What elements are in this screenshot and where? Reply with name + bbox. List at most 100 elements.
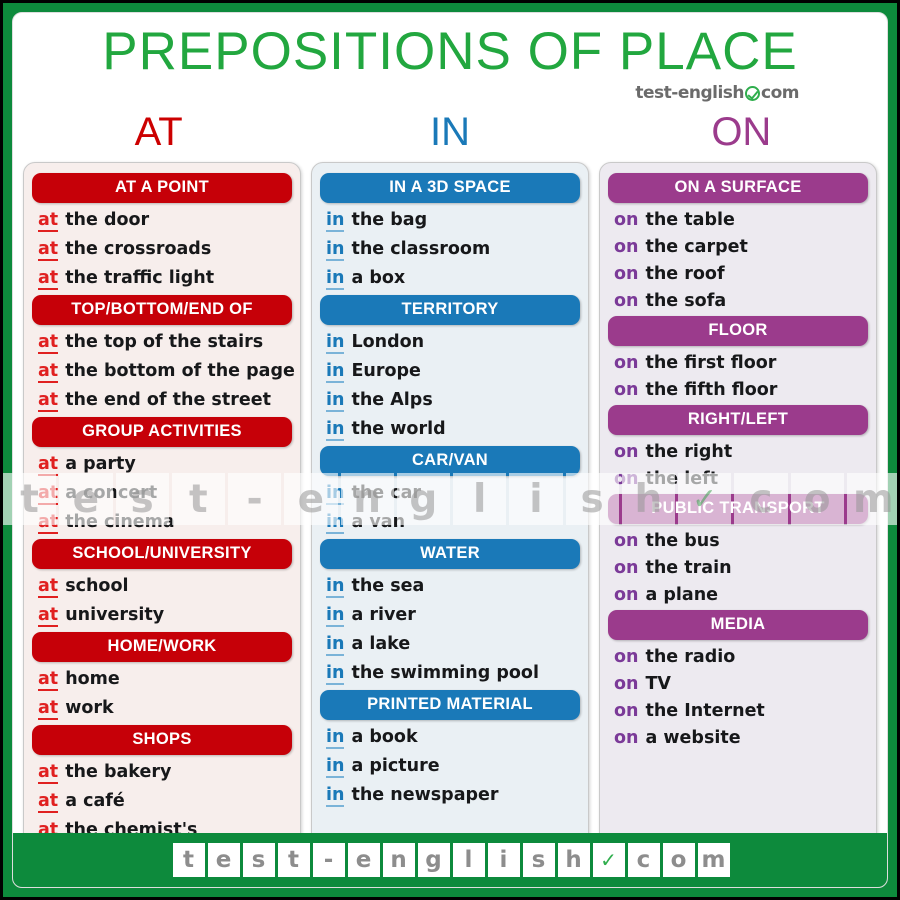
section-heading: FLOOR xyxy=(608,316,868,346)
footer-letter: n xyxy=(382,843,415,877)
preposition-label: at xyxy=(38,267,59,290)
list-item: in London xyxy=(320,328,580,357)
list-item: on the table xyxy=(608,206,868,233)
list-item: in the sea xyxy=(320,572,580,601)
preposition-label: at xyxy=(38,668,59,691)
phrase-text: the top of the stairs xyxy=(65,331,264,352)
phrase-text: the radio xyxy=(645,646,736,667)
list-item: in the newspaper xyxy=(320,781,580,810)
phrase-text: the carpet xyxy=(645,236,748,257)
section-heading: CAR/VAN xyxy=(320,446,580,476)
preposition-label: in xyxy=(326,662,345,685)
list-item: in the bag xyxy=(320,206,580,235)
footer-letter: s xyxy=(522,843,555,877)
phrase-text: a website xyxy=(645,727,741,748)
column-heading-at: AT xyxy=(134,110,183,154)
preposition-label: on xyxy=(614,468,639,489)
list-item: on a website xyxy=(608,724,868,751)
footer-letter: o xyxy=(662,843,695,877)
preposition-label: in xyxy=(326,267,345,290)
list-item: in the swimming pool xyxy=(320,659,580,688)
list-item: on the right xyxy=(608,438,868,465)
list-item: on the Internet xyxy=(608,697,868,724)
list-item: at the top of the stairs xyxy=(32,328,292,357)
preposition-label: on xyxy=(614,441,639,462)
footer-letter: g xyxy=(417,843,450,877)
preposition-label: on xyxy=(614,557,639,578)
preposition-label: on xyxy=(614,646,639,667)
preposition-label: at xyxy=(38,209,59,232)
preposition-label: at xyxy=(38,790,59,813)
footer-letter: e xyxy=(347,843,380,877)
list-item: at the bakery xyxy=(32,758,292,787)
poster: PREPOSITIONS OF PLACE test-english com A… xyxy=(0,0,900,900)
phrase-text: a river xyxy=(351,604,416,625)
preposition-label: in xyxy=(326,209,345,232)
list-item: at home xyxy=(32,665,292,694)
list-item: in the car xyxy=(320,479,580,508)
preposition-label: in xyxy=(326,511,345,534)
preposition-label: at xyxy=(38,511,59,534)
preposition-label: in xyxy=(326,389,345,412)
phrase-text: the sofa xyxy=(645,290,727,311)
list-item: at a party xyxy=(32,450,292,479)
phrase-text: a plane xyxy=(645,584,719,605)
column-heading-in: IN xyxy=(429,110,470,154)
phrase-text: the bakery xyxy=(65,761,172,782)
phrase-text: the bus xyxy=(645,530,720,551)
card-in: IN A 3D SPACE in the bag in the classroom in a… xyxy=(311,162,589,862)
phrase-text: the Internet xyxy=(645,700,765,721)
phrase-text: Europe xyxy=(351,360,421,381)
phrase-text: a concert xyxy=(65,482,158,503)
preposition-label: in xyxy=(326,604,345,627)
footer-letter: t xyxy=(172,843,205,877)
phrase-text: a van xyxy=(351,511,406,532)
footer-letter: m xyxy=(697,843,730,877)
poster-page: PREPOSITIONS OF PLACE test-english com A… xyxy=(12,12,888,888)
phrase-text: London xyxy=(351,331,425,352)
list-item: on the roof xyxy=(608,260,868,287)
list-item: at a concert xyxy=(32,479,292,508)
list-item: in a picture xyxy=(320,752,580,781)
footer-check-icon: ✓ xyxy=(592,843,625,877)
list-item: at university xyxy=(32,601,292,630)
phrase-text: the cinema xyxy=(65,511,175,532)
preposition-label: on xyxy=(614,352,639,373)
preposition-label: in xyxy=(326,575,345,598)
list-item: at the crossroads xyxy=(32,235,292,264)
footer-letter: t xyxy=(277,843,310,877)
section-heading: GROUP ACTIVITIES xyxy=(32,417,292,447)
phrase-text: university xyxy=(65,604,165,625)
phrase-text: the roof xyxy=(645,263,725,284)
preposition-label: on xyxy=(614,236,639,257)
phrase-text: the swimming pool xyxy=(351,662,539,683)
preposition-label: at xyxy=(38,453,59,476)
phrase-text: the world xyxy=(351,418,446,439)
column-headings: AT IN ON xyxy=(13,110,887,162)
phrase-text: the first floor xyxy=(645,352,777,373)
phrase-text: TV xyxy=(645,673,671,694)
list-item: in a river xyxy=(320,601,580,630)
preposition-label: at xyxy=(38,575,59,598)
header: PREPOSITIONS OF PLACE test-english com xyxy=(13,13,887,110)
section-heading: WATER xyxy=(320,539,580,569)
list-item: at the end of the street xyxy=(32,386,292,415)
phrase-text: the bottom of the page xyxy=(65,360,295,381)
preposition-label: on xyxy=(614,700,639,721)
list-item: in the classroom xyxy=(320,235,580,264)
preposition-label: at xyxy=(38,761,59,784)
phrase-text: the car xyxy=(351,482,422,503)
preposition-label: on xyxy=(614,673,639,694)
list-item: at the bottom of the page xyxy=(32,357,295,386)
phrase-text: the newspaper xyxy=(351,784,499,805)
list-item: on the bus xyxy=(608,527,868,554)
section-heading: SHOPS xyxy=(32,725,292,755)
section-heading: MEDIA xyxy=(608,610,868,640)
footer: t e s t - e n g l i s h ✓ c o m xyxy=(13,833,887,887)
preposition-label: in xyxy=(326,784,345,807)
list-item: on the sofa xyxy=(608,287,868,314)
preposition-label: at xyxy=(38,697,59,720)
footer-letter: e xyxy=(207,843,240,877)
phrase-text: the classroom xyxy=(351,238,491,259)
phrase-text: a café xyxy=(65,790,125,811)
